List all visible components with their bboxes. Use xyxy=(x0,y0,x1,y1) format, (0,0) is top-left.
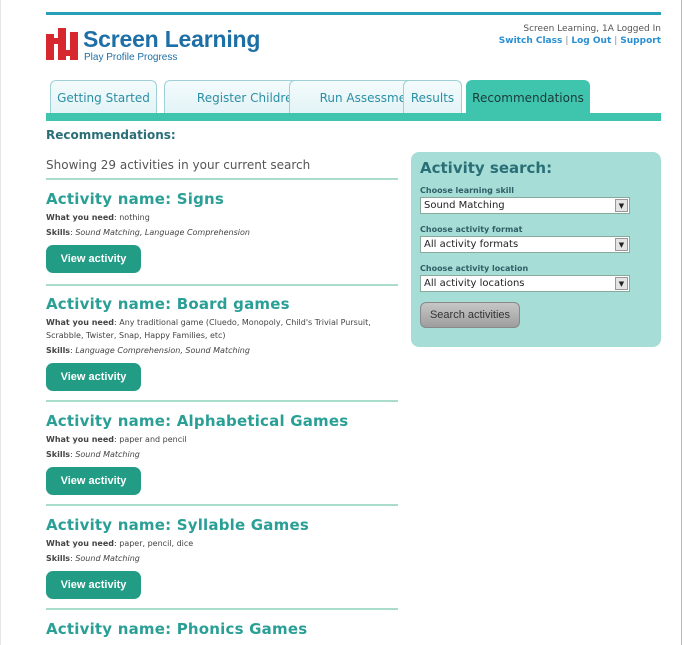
view-activity-button[interactable]: View activity xyxy=(46,363,141,391)
activity-name: Activity name: Syllable Games xyxy=(46,516,309,534)
learning-skill-value: Sound Matching xyxy=(424,200,505,211)
activity-item: Activity name: Signs What you need: noth… xyxy=(46,190,398,273)
skills-value: Sound Matching xyxy=(75,554,140,563)
activity-skills: Skills: Language Comprehension, Sound Ma… xyxy=(46,346,250,355)
activity-name: Activity name: Phonics Games xyxy=(46,620,308,638)
activity-skills: Skills: Sound Matching xyxy=(46,450,140,459)
activity-item: Activity name: Phonics Games xyxy=(46,620,398,638)
brand-logo[interactable]: Screen Learning Play Profile Progress xyxy=(46,26,260,66)
dropdown-arrow-icon[interactable]: ▼ xyxy=(615,199,628,212)
frame-edge-left xyxy=(0,0,1,645)
skills-value: Sound Matching xyxy=(75,450,140,459)
activity-item: Activity name: Syllable Games What you n… xyxy=(46,516,398,599)
skills-label: Skills xyxy=(46,554,71,563)
brand-subtitle: Play Profile Progress xyxy=(84,52,178,63)
tab-recommendations[interactable]: Recommendations xyxy=(466,80,590,114)
activity-search-panel: Activity search: Choose learning skill S… xyxy=(411,152,661,347)
tab-results[interactable]: Results xyxy=(403,80,462,114)
frame-edge-right xyxy=(681,0,682,645)
activity-skills: Skills: Sound Matching xyxy=(46,554,140,563)
user-status: Screen Learning, 1A Logged In xyxy=(523,24,661,34)
user-box: Screen Learning, 1A Logged In Switch Cla… xyxy=(499,24,661,46)
dropdown-arrow-icon[interactable]: ▼ xyxy=(615,238,628,251)
need-label: What you need xyxy=(46,213,114,222)
activity-need: What you need: paper, pencil, dice xyxy=(46,537,398,550)
dropdown-arrow-icon[interactable]: ▼ xyxy=(615,277,628,290)
search-panel-title: Activity search: xyxy=(420,159,553,177)
link-separator: | xyxy=(565,36,569,46)
activity-location-select[interactable]: All activity locations ▼ xyxy=(420,275,630,292)
divider xyxy=(46,284,398,286)
activity-skills: Skills: Sound Matching, Language Compreh… xyxy=(46,228,250,237)
divider xyxy=(46,400,398,402)
skills-value: Language Comprehension, Sound Matching xyxy=(75,346,250,355)
header-top-rule xyxy=(46,12,661,15)
activity-need: What you need: paper and pencil xyxy=(46,433,398,446)
need-value: : paper and pencil xyxy=(114,435,187,444)
activity-need: What you need: nothing xyxy=(46,211,398,224)
tab-bar xyxy=(46,113,661,121)
activity-name: Activity name: Board games xyxy=(46,295,290,313)
view-activity-button[interactable]: View activity xyxy=(46,245,141,273)
activity-name: Activity name: Signs xyxy=(46,190,225,208)
need-label: What you need xyxy=(46,539,114,548)
switch-class-link[interactable]: Switch Class xyxy=(499,36,563,46)
need-label: What you need xyxy=(46,435,114,444)
activity-format-value: All activity formats xyxy=(424,239,519,250)
need-value: : nothing xyxy=(114,213,150,222)
activity-item: Activity name: Alphabetical Games What y… xyxy=(46,412,398,495)
user-links: Switch Class | Log Out | Support xyxy=(499,36,661,46)
need-value: : paper, pencil, dice xyxy=(114,539,194,548)
skills-label: Skills xyxy=(46,346,71,355)
format-label: Choose activity format xyxy=(420,225,523,234)
need-label: What you need xyxy=(46,318,114,327)
divider xyxy=(46,608,398,610)
tab-getting-started[interactable]: Getting Started xyxy=(50,80,157,114)
activity-item: Activity name: Board games What you need… xyxy=(46,295,398,391)
link-separator: | xyxy=(614,36,618,46)
location-label: Choose activity location xyxy=(420,264,529,273)
view-activity-button[interactable]: View activity xyxy=(46,467,141,495)
search-summary: Showing 29 activities in your current se… xyxy=(46,158,311,172)
support-link[interactable]: Support xyxy=(620,36,661,46)
activity-location-value: All activity locations xyxy=(424,278,525,289)
page-title: Recommendations: xyxy=(46,128,176,142)
divider xyxy=(46,178,398,180)
skills-label: Skills xyxy=(46,228,71,237)
activity-need: What you need: Any traditional game (Clu… xyxy=(46,316,398,342)
log-out-link[interactable]: Log Out xyxy=(571,36,611,46)
search-activities-button[interactable]: Search activities xyxy=(420,302,520,328)
activity-format-select[interactable]: All activity formats ▼ xyxy=(420,236,630,253)
brand-title: Screen Learning xyxy=(83,26,261,52)
view-activity-button[interactable]: View activity xyxy=(46,571,141,599)
learning-skill-select[interactable]: Sound Matching ▼ xyxy=(420,197,630,214)
skill-label: Choose learning skill xyxy=(420,186,514,195)
divider xyxy=(46,504,398,506)
activity-name: Activity name: Alphabetical Games xyxy=(46,412,349,430)
skills-label: Skills xyxy=(46,450,71,459)
logo-mark-icon xyxy=(46,28,78,60)
skills-value: Sound Matching, Language Comprehension xyxy=(75,228,250,237)
